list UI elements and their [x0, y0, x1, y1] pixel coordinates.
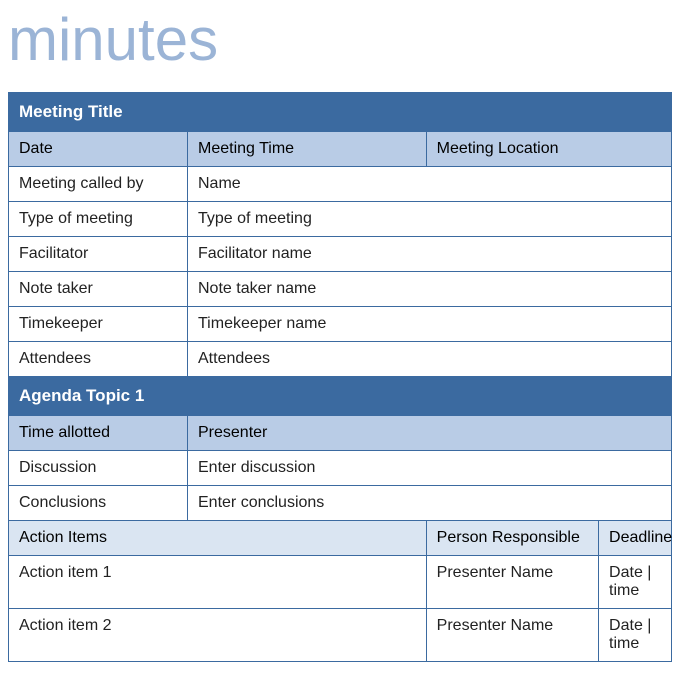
meeting-row-value: Type of meeting [188, 202, 672, 237]
action-item-deadline: Date | time [599, 556, 672, 609]
action-items-header: Action Items [9, 521, 427, 556]
meeting-row-value: Attendees [188, 342, 672, 377]
meeting-row: Timekeeper Timekeeper name [9, 307, 672, 342]
agenda-title-cell: Agenda Topic 1 [9, 377, 672, 416]
deadline-header: Deadline [599, 521, 672, 556]
action-item-row: Action item 1 Presenter Name Date | time [9, 556, 672, 609]
presenter-cell: Presenter [188, 416, 672, 451]
action-item-name: Action item 1 [9, 556, 427, 609]
conclusions-value: Enter conclusions [188, 486, 672, 521]
agenda-meta-row: Time allotted Presenter [9, 416, 672, 451]
location-header: Meeting Location [426, 132, 671, 167]
action-item-person: Presenter Name [426, 609, 598, 662]
meeting-row: Type of meeting Type of meeting [9, 202, 672, 237]
meeting-row-label: Facilitator [9, 237, 188, 272]
meeting-row: Meeting called by Name [9, 167, 672, 202]
meeting-title-cell: Meeting Title [9, 93, 672, 132]
meeting-row: Facilitator Facilitator name [9, 237, 672, 272]
discussion-row: Discussion Enter discussion [9, 451, 672, 486]
meeting-row-label: Attendees [9, 342, 188, 377]
meeting-row-value: Note taker name [188, 272, 672, 307]
document-title: minutes [8, 10, 672, 70]
action-item-person: Presenter Name [426, 556, 598, 609]
time-header: Meeting Time [188, 132, 427, 167]
discussion-value: Enter discussion [188, 451, 672, 486]
time-allotted-cell: Time allotted [9, 416, 188, 451]
date-header: Date [9, 132, 188, 167]
meeting-title-row: Meeting Title [9, 93, 672, 132]
minutes-table: Meeting Title Date Meeting Time Meeting … [8, 92, 672, 662]
action-header-row: Action Items Person Responsible Deadline [9, 521, 672, 556]
meeting-row-value: Name [188, 167, 672, 202]
meeting-row-label: Type of meeting [9, 202, 188, 237]
action-item-deadline: Date | time [599, 609, 672, 662]
meeting-row-label: Timekeeper [9, 307, 188, 342]
action-item-name: Action item 2 [9, 609, 427, 662]
conclusions-label: Conclusions [9, 486, 188, 521]
agenda-title-row: Agenda Topic 1 [9, 377, 672, 416]
meeting-header-row: Date Meeting Time Meeting Location [9, 132, 672, 167]
meeting-row: Attendees Attendees [9, 342, 672, 377]
conclusions-row: Conclusions Enter conclusions [9, 486, 672, 521]
meeting-row-label: Meeting called by [9, 167, 188, 202]
person-responsible-header: Person Responsible [426, 521, 598, 556]
action-item-row: Action item 2 Presenter Name Date | time [9, 609, 672, 662]
meeting-row-value: Facilitator name [188, 237, 672, 272]
meeting-row: Note taker Note taker name [9, 272, 672, 307]
meeting-row-label: Note taker [9, 272, 188, 307]
discussion-label: Discussion [9, 451, 188, 486]
meeting-row-value: Timekeeper name [188, 307, 672, 342]
